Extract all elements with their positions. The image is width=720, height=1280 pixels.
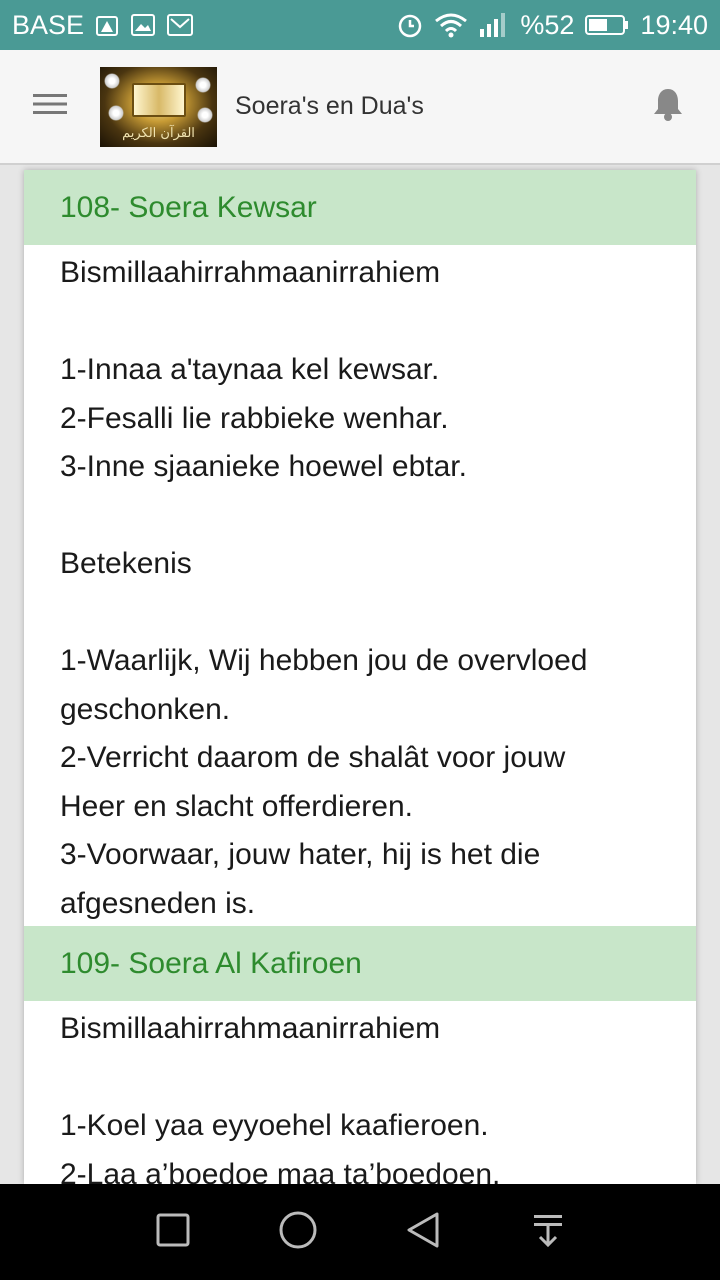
notifications-button[interactable]	[616, 86, 720, 127]
signal-icon	[478, 11, 510, 39]
battery-percent: %52	[520, 9, 575, 40]
notification-drawer-icon	[531, 1212, 565, 1253]
back-button[interactable]	[393, 1202, 453, 1262]
back-icon	[405, 1211, 441, 1254]
image-icon	[130, 12, 156, 38]
text-line	[60, 1054, 660, 1103]
text-line: Heer en slacht offerdieren.	[60, 789, 413, 823]
logo-text: القرآن الكريم	[122, 125, 195, 141]
text-line: Betekenis	[60, 547, 192, 580]
text-line: 1-Koel yaa eyyoehel kaafieroen.	[60, 1109, 489, 1142]
text-line: 3-Voorwaar, jouw hater, hij is het die	[60, 838, 541, 871]
home-icon	[278, 1210, 318, 1255]
battery-icon	[584, 12, 630, 38]
menu-button[interactable]	[0, 49, 100, 164]
warning-icon	[94, 12, 120, 38]
mail-icon	[166, 12, 194, 38]
text-line: 2-Laa a’boedoe maa ta’boedoen.	[60, 1157, 501, 1185]
text-line	[60, 492, 660, 541]
notification-drawer-button[interactable]	[518, 1202, 578, 1262]
app-bar: القرآن الكريم Soera's en Dua's	[0, 50, 720, 165]
surah-section: 109- Soera Al Kafiroen Bismillaahirrahma…	[24, 926, 696, 1184]
text-line: 2-Verricht daarom de shalât voor jouw	[60, 741, 566, 774]
home-button[interactable]	[268, 1202, 328, 1262]
text-line	[60, 589, 660, 638]
content-card[interactable]: 108- Soera Kewsar Bismillaahirrahmaanirr…	[24, 170, 696, 1184]
text-line: 2-Fesalli lie rabbieke wenhar.	[60, 401, 449, 435]
recent-apps-icon	[155, 1212, 191, 1253]
text-line: geschonken.	[60, 692, 231, 726]
bell-icon	[652, 86, 684, 127]
section-body: Bismillaahirrahmaanirrahiem 1-Koel yaa e…	[24, 1001, 696, 1184]
text-line	[60, 298, 660, 347]
text-line: Bismillaahirrahmaanirrahiem	[60, 256, 441, 289]
carrier-label: BASE	[12, 9, 85, 40]
text-line: Bismillaahirrahmaanirrahiem	[60, 1012, 441, 1045]
recent-apps-button[interactable]	[143, 1202, 203, 1262]
text-line: 1-Innaa a'taynaa kel kewsar.	[60, 353, 440, 386]
clock-time: 19:40	[640, 9, 708, 40]
navigation-bar	[0, 1184, 720, 1280]
text-line: 3-Inne sjaanieke hoewel ebtar.	[60, 450, 467, 483]
status-bar: BASE %52 19:40	[0, 0, 720, 50]
app-title: Soera's en Dua's	[235, 92, 424, 120]
text-line: 1-Waarlijk, Wij hebben jou de overvloed	[60, 644, 588, 677]
text-line: afgesneden is.	[60, 886, 256, 920]
alarm-icon	[396, 11, 424, 39]
wifi-icon	[434, 11, 468, 39]
menu-icon	[33, 92, 67, 121]
section-body: Bismillaahirrahmaanirrahiem 1-Innaa a'ta…	[24, 245, 696, 928]
section-header[interactable]: 108- Soera Kewsar	[24, 170, 696, 245]
surah-section: 108- Soera Kewsar Bismillaahirrahmaanirr…	[24, 170, 696, 926]
app-logo: القرآن الكريم	[100, 66, 217, 147]
section-header[interactable]: 109- Soera Al Kafiroen	[24, 926, 696, 1001]
